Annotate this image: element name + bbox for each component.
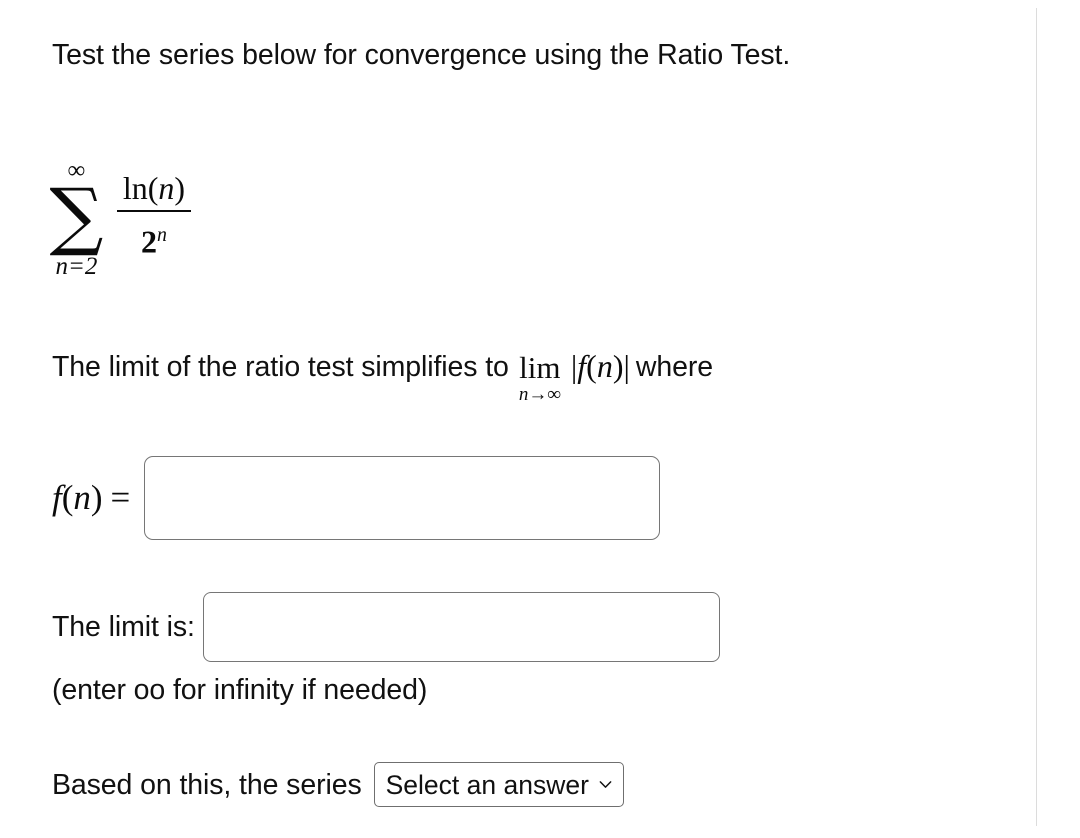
question-page: Test the series below for convergence us… — [0, 0, 1080, 838]
lim-subscript: n→∞ — [518, 384, 561, 405]
abs-bar-close: | — [623, 348, 630, 384]
series-expression: ∞ ∑ n=2 ln(n) 2n — [49, 158, 192, 280]
numerator-paren-close: ) — [174, 170, 186, 206]
numerator-variable: n — [158, 170, 175, 206]
limit-operator: lim n→∞ — [519, 352, 561, 406]
fn-label-f: f — [52, 478, 62, 517]
function-symbol-f: f — [577, 348, 587, 384]
page-title: Test the series below for convergence us… — [52, 39, 791, 71]
ratio-test-limit-sentence: The limit of the ratio test simplifies t… — [52, 348, 714, 406]
limit-field-hint: (enter oo for infinity if needed) — [52, 674, 428, 706]
fn-equation-label: f(n) = — [52, 478, 130, 518]
fn-answer-input[interactable] — [144, 456, 661, 540]
fn-label-variable: n — [73, 478, 91, 517]
fn-label-paren-close: ) — [90, 478, 103, 517]
fn-label-paren-open: ( — [61, 478, 74, 517]
abs-paren-open: ( — [586, 348, 597, 384]
numerator-paren-open: ( — [147, 170, 159, 206]
limit-field-label: The limit is: — [52, 611, 195, 643]
fraction-numerator: ln(n) — [117, 168, 191, 210]
abs-variable-n: n — [596, 348, 613, 384]
conclusion-select-value: Select an answer — [385, 769, 589, 800]
sigma-icon: ∑ — [49, 173, 104, 259]
fn-label-equals: = — [110, 478, 131, 517]
abs-paren-close: ) — [612, 348, 624, 384]
conclusion-label: Based on this, the series — [52, 768, 362, 801]
conclusion-select[interactable]: Select an answer — [373, 762, 624, 807]
denominator-exponent: n — [156, 224, 167, 246]
denominator-base: 2 — [140, 223, 157, 260]
function-answer-row: f(n) = — [52, 456, 661, 540]
lim-symbol: lim — [519, 350, 561, 385]
fraction-denominator: 2n — [135, 212, 173, 262]
ln-function-name: ln — [122, 170, 148, 206]
limit-answer-input[interactable] — [202, 592, 720, 662]
absolute-value-expression: |f(n)| — [571, 350, 630, 382]
right-divider-rule — [1036, 8, 1037, 826]
summation-operator: ∞ ∑ n=2 — [49, 158, 104, 280]
conclusion-row: Based on this, the series Select an answ… — [52, 762, 624, 807]
series-fraction: ln(n) 2n — [116, 168, 192, 262]
limit-sentence-lead: The limit of the ratio test simplifies t… — [52, 351, 509, 383]
limit-answer-row: The limit is: — [52, 592, 720, 662]
chevron-down-icon — [598, 777, 613, 792]
limit-sentence-trailing: where — [635, 351, 714, 383]
